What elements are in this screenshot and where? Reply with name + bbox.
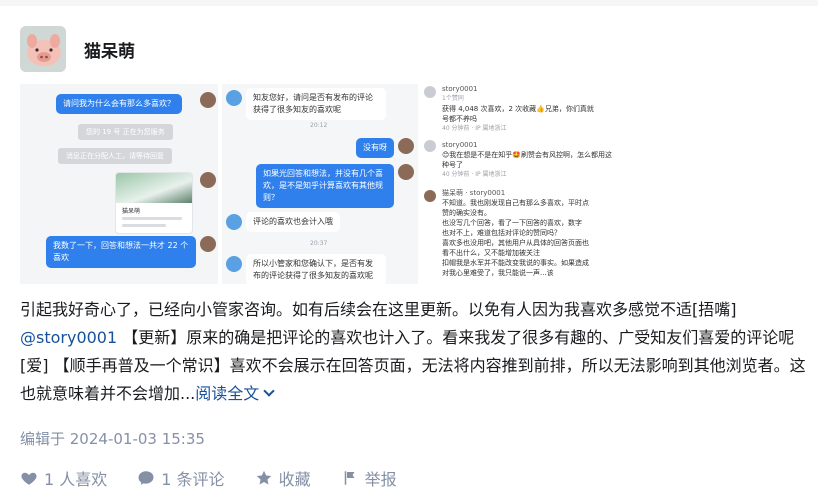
- card-title: 猫呆萌: [122, 208, 141, 215]
- content-text: 引起我好奇心了，已经向小管家咨询。如有后续会在这里更新。以免有人因为我喜欢多感觉…: [20, 300, 737, 319]
- read-more-link[interactable]: 阅读全文: [195, 384, 275, 403]
- chat-bubble-user: 如果光回答和想法，并没有几个喜欢，是不是知乎计算喜欢有其他规则？: [256, 164, 394, 208]
- chat-bubble-assistant: 评论的喜欢也会计入哦: [246, 212, 340, 232]
- star-icon: [256, 470, 271, 485]
- comment-avatar: [424, 190, 436, 202]
- screenshot-panel-3[interactable]: story0001 1个赞同 获得 4,048 次喜欢，2 次收藏👍兄弟，你们真…: [422, 84, 616, 284]
- assistant-avatar: [226, 90, 242, 106]
- action-bar: 1 人喜欢 1 条评论 收藏 举报: [20, 466, 397, 490]
- content-text: 【更新】原来的确是把评论的喜欢也计入了。看来我发了很多有趣的、广受知友们喜爱的评…: [20, 328, 806, 403]
- chat-bubble-assistant: 知友您好，请问是否有发布的评论获得了很多知友的喜欢呢: [246, 88, 386, 120]
- top-divider: [0, 0, 818, 6]
- chat-bubble-question: 请问我为什么会有那么多喜欢？: [56, 94, 182, 114]
- comment-avatar: [424, 86, 436, 98]
- comment-icon: [138, 471, 154, 485]
- favorite-button[interactable]: 收藏: [255, 466, 311, 490]
- assistant-avatar: [226, 256, 242, 272]
- heart-icon: [21, 472, 37, 485]
- chat-avatar: [200, 236, 216, 252]
- post-header: 猫呆萌: [20, 26, 135, 72]
- system-message: 消息正在分配人工，请等待回复: [58, 148, 172, 164]
- chat-bubble-reply: 我数了一下，回答和想法一共才 22 个喜欢: [46, 236, 196, 268]
- avatar[interactable]: [20, 26, 66, 72]
- comment-top: story0001 1个赞同 获得 4,048 次喜欢，2 次收藏👍兄弟，你们真…: [442, 85, 594, 132]
- comment-button[interactable]: 1 条评论: [137, 466, 225, 490]
- screenshot-strip[interactable]: 请问我为什么会有那么多喜欢？ 您的 19 号 正在为您服务 消息正在分配人工，请…: [20, 84, 616, 284]
- post-content: 引起我好奇心了，已经向小管家咨询。如有后续会在这里更新。以免有人因为我喜欢多感觉…: [20, 296, 810, 408]
- screenshot-panel-2[interactable]: 知友您好，请问是否有发布的评论获得了很多知友的喜欢呢 20:12 没有呀 如果光…: [222, 84, 418, 284]
- chat-time: 20:12: [310, 122, 328, 129]
- chat-avatar: [398, 164, 414, 180]
- chat-time: 20:37: [310, 240, 328, 247]
- like-count: 1 人喜欢: [44, 470, 108, 489]
- favorite-label: 收藏: [278, 470, 311, 489]
- chat-bubble-user: 没有呀: [356, 138, 394, 158]
- comment-avatar: [424, 140, 436, 152]
- edit-timestamp: 编辑于 2024-01-03 15:35: [20, 430, 205, 448]
- chat-avatar: [200, 92, 216, 108]
- comment-count: 1 条评论: [161, 470, 225, 489]
- system-message: 您的 19 号 正在为您服务: [78, 124, 173, 140]
- mention-link[interactable]: @story0001: [20, 328, 117, 347]
- assistant-avatar: [226, 214, 242, 230]
- author-name[interactable]: 猫呆萌: [84, 37, 135, 62]
- read-more-label: 阅读全文: [195, 384, 260, 403]
- pig-avatar-icon: [20, 26, 66, 72]
- comment-reply: 猫呆萌 · story0001 不知道。我也刚发现自己有那么多喜欢，平时点 赞的…: [442, 189, 589, 277]
- comment-story0001: story0001 😊我在想是不是在知乎🤩刷赞会有风控啊，怎么都用这种号了 40…: [442, 141, 613, 178]
- report-label: 举报: [364, 470, 397, 489]
- profile-card: 猫呆萌: [115, 172, 193, 234]
- screenshot-panel-1[interactable]: 请问我为什么会有那么多喜欢？ 您的 19 号 正在为您服务 消息正在分配人工，请…: [20, 84, 218, 284]
- chevron-down-icon: [263, 385, 275, 397]
- like-button[interactable]: 1 人喜欢: [20, 466, 107, 490]
- report-button[interactable]: 举报: [341, 466, 397, 490]
- chat-avatar: [398, 138, 414, 154]
- chat-bubble-assistant: 所以小管家和您确认下，是否有发布的评论获得了很多知友的喜欢呢: [246, 254, 386, 284]
- flag-icon: [344, 471, 355, 485]
- chat-avatar: [200, 172, 216, 188]
